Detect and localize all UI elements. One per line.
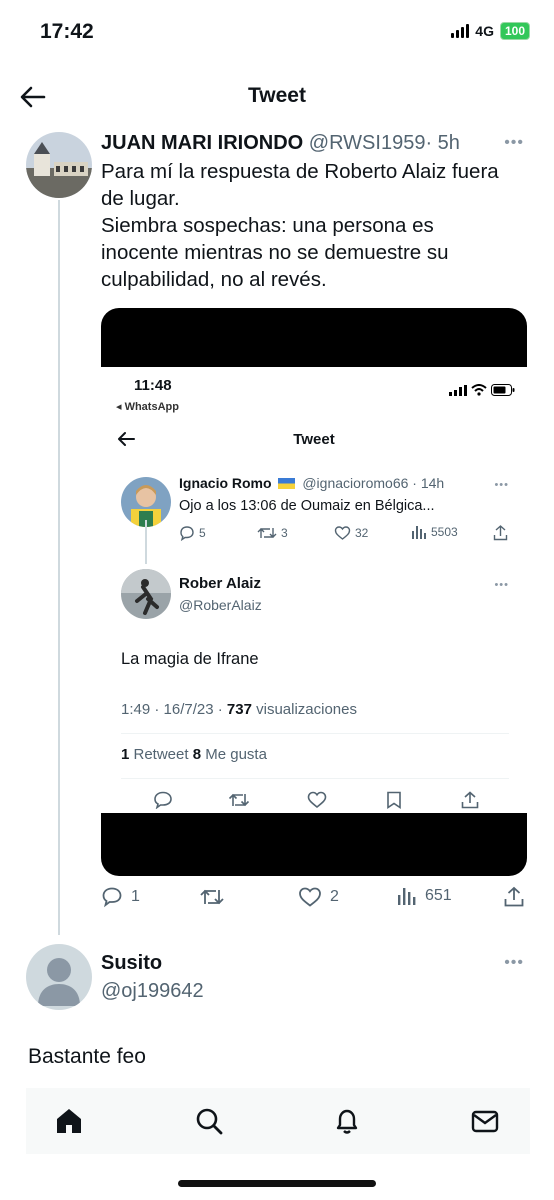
more-options-icon: •••: [494, 479, 509, 491]
reply-icon: [102, 887, 122, 908]
tweet-header: JUAN MARI IRIONDO @RWSI1959· 5h: [101, 132, 460, 155]
retweet-button[interactable]: [199, 886, 233, 908]
reply-meta: 1:49 · 16/7/23 · 737 visualizaciones: [121, 701, 357, 718]
avatar[interactable]: [26, 944, 92, 1010]
tab-bar: [26, 1088, 530, 1154]
bookmark-icon: [386, 791, 402, 814]
reply-author-name[interactable]: Susito: [101, 952, 162, 975]
home-indicator[interactable]: [178, 1180, 376, 1187]
author-name[interactable]: JUAN MARI IRIONDO: [101, 132, 303, 154]
share-icon: [504, 886, 524, 907]
reply-icon: 5: [179, 525, 206, 541]
tweet-text-line: Siembra sospechas: una persona es: [101, 214, 434, 237]
quoted-text: Ojo a los 13:06 de Oumaiz en Bélgica...: [179, 498, 435, 514]
thread-line: [145, 520, 147, 564]
reply-icon: [153, 791, 173, 814]
status-time: 17:42: [40, 20, 94, 43]
views-button[interactable]: 651: [397, 886, 452, 906]
divider: [121, 778, 509, 779]
reply-view-label: visualizaciones: [251, 701, 357, 718]
view-count: 651: [425, 887, 452, 904]
messages-icon: [471, 1110, 499, 1133]
embedded-title: Tweet: [293, 431, 335, 448]
like-icon: 32: [334, 525, 368, 541]
battery-icon: 100: [499, 22, 530, 40]
retweet-icon: 3: [257, 525, 288, 541]
views-icon: [398, 888, 416, 905]
tab-messages[interactable]: [470, 1106, 500, 1136]
reply-text: La magia de Ifrane: [121, 650, 259, 668]
reply-like-label: Me gusta: [201, 746, 267, 763]
like-count: 2: [330, 888, 339, 905]
share-icon: [461, 791, 479, 814]
network-type: 4G: [475, 23, 494, 39]
notifications-icon: [336, 1109, 358, 1134]
reply-like-count: 8: [192, 746, 202, 763]
page-title: Tweet: [248, 84, 306, 107]
quoted-header: Ignacio Romo @ignacioromo66 · 14h: [179, 475, 444, 491]
tweet-media-image[interactable]: 11:48 ◂ WhatsApp Tweet Ignacio Romo @ign…: [101, 308, 527, 876]
reply-author-handle: @RoberAlaiz: [179, 597, 262, 613]
quoted-like-count: 32: [355, 526, 369, 540]
nav-bar: Tweet: [0, 78, 554, 114]
quoted-view-count: 5503: [431, 525, 458, 539]
ukraine-flag-icon: [278, 478, 296, 489]
reply-actions: [121, 791, 509, 811]
retweet-icon: [200, 889, 224, 905]
like-button[interactable]: 2: [298, 886, 339, 908]
wifi-icon: [471, 384, 487, 396]
share-button[interactable]: [503, 886, 525, 908]
tweet-text-line: de lugar.: [101, 187, 180, 210]
reply-count: 1: [131, 888, 140, 905]
tweet-text-line: Para mí la respuesta de Roberto Alaiz fu…: [101, 160, 499, 183]
reply-date: 1:49 · 16/7/23 ·: [121, 701, 227, 718]
retweet-icon: [228, 791, 250, 814]
tweet-text: Para mí la respuesta de Roberto Alaiz fu…: [101, 158, 531, 293]
reply-view-count: 737: [226, 701, 252, 718]
embedded-back-to-app: ◂ WhatsApp: [116, 401, 179, 413]
more-options-icon[interactable]: •••: [504, 954, 524, 972]
search-icon: [196, 1108, 223, 1135]
avatar: [121, 569, 171, 619]
quoted-reply-count: 5: [199, 526, 206, 540]
signal-icon: [449, 384, 467, 396]
status-indicators: 4G 100: [451, 22, 530, 40]
reply-author-name: Rober Alaiz: [179, 575, 261, 592]
avatar[interactable]: [26, 132, 92, 198]
tab-home[interactable]: [54, 1106, 84, 1136]
tweet-text-line: culpabilidad, no al revés.: [101, 268, 327, 291]
thread-line: [58, 200, 60, 935]
reply-stats: 1 Retweet 8 Me gusta: [121, 746, 267, 763]
tweet-time: · 5h: [425, 132, 460, 154]
tab-search[interactable]: [194, 1106, 224, 1136]
tweet-actions: 1 2 651: [101, 886, 531, 912]
more-options-icon[interactable]: •••: [504, 134, 524, 152]
embedded-status-time: 11:48: [134, 377, 172, 394]
views-icon: 5503: [411, 525, 458, 539]
like-icon: [307, 791, 327, 814]
battery-icon: [491, 384, 515, 396]
quoted-actions: 5 3 32 5503: [179, 525, 509, 545]
share-icon: [493, 525, 508, 541]
home-icon: [57, 1109, 81, 1133]
embedded-screenshot: 11:48 ◂ WhatsApp Tweet Ignacio Romo @ign…: [101, 367, 527, 813]
reply-author-handle[interactable]: @oj199642: [101, 980, 204, 1003]
status-bar: 17:42 4G 100: [0, 0, 554, 64]
tweet-text-line: inocente mientras no se demuestre su: [101, 241, 449, 264]
embedded-status-icons: [449, 384, 515, 396]
quoted-handle-time: @ignacioromo66 · 14h: [302, 475, 445, 491]
tab-notifications[interactable]: [332, 1106, 362, 1136]
like-icon: [299, 887, 321, 907]
author-handle[interactable]: @RWSI1959: [309, 132, 426, 154]
quoted-author-name: Ignacio Romo: [179, 475, 272, 491]
reply-text: Bastante feo: [28, 1045, 146, 1068]
more-options-icon: •••: [494, 579, 509, 591]
reply-button[interactable]: 1: [101, 886, 140, 908]
quoted-retweet-count: 3: [281, 526, 288, 540]
reply-retweet-label: Retweet: [129, 746, 193, 763]
divider: [121, 733, 509, 734]
signal-icon: [451, 24, 470, 38]
